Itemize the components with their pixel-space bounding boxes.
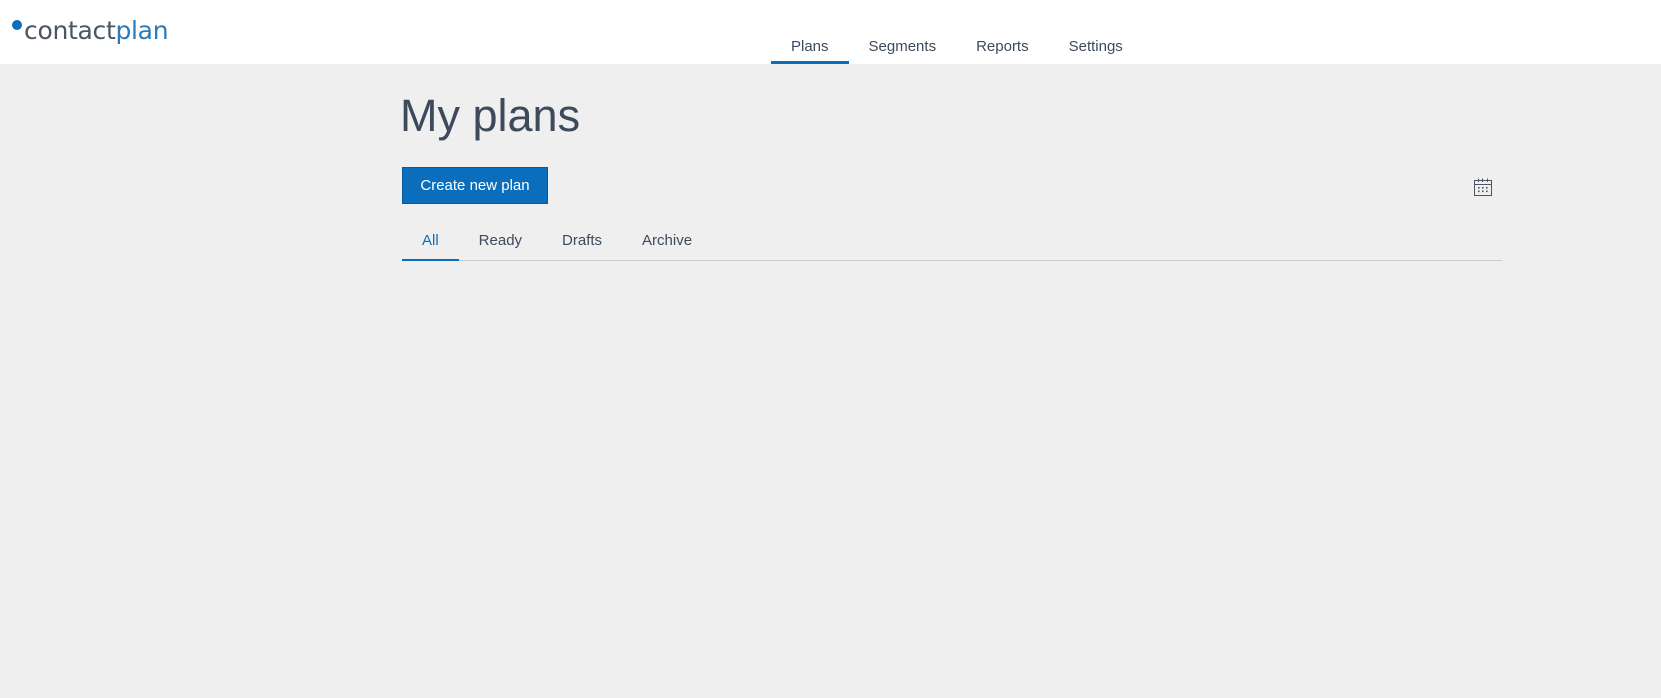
tab-archive[interactable]: Archive <box>622 224 712 260</box>
nav-item-settings[interactable]: Settings <box>1049 0 1143 64</box>
top-bar: contactplan Plans Segments Reports Setti… <box>0 0 1661 64</box>
nav-item-plans[interactable]: Plans <box>771 0 849 64</box>
logo-dot-icon <box>12 20 22 30</box>
logo-wordmark: contactplan <box>24 16 169 45</box>
nav-item-reports[interactable]: Reports <box>956 0 1049 64</box>
contactplan-logo[interactable]: contactplan <box>12 16 169 52</box>
tab-ready[interactable]: Ready <box>459 224 542 260</box>
plan-filter-tabs: All Ready Drafts Archive <box>402 224 1502 261</box>
calendar-icon[interactable] <box>1472 176 1494 198</box>
nav-item-segments[interactable]: Segments <box>849 0 957 64</box>
main-nav: Plans Segments Reports Settings <box>771 0 1143 64</box>
tab-drafts[interactable]: Drafts <box>542 224 622 260</box>
create-new-plan-button[interactable]: Create new plan <box>402 167 548 204</box>
tab-all[interactable]: All <box>402 224 459 261</box>
page-title: My plans <box>400 90 581 141</box>
